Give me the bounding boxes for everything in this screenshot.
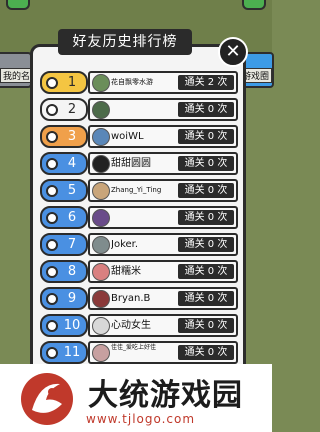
player-name: Bryan.B	[111, 293, 151, 304]
rank-number: 8	[67, 264, 77, 279]
rank-number: 11	[63, 345, 81, 360]
leaderboard-row: 7 Joker. 通关 0 次	[40, 230, 238, 257]
rank-dot-icon	[46, 131, 58, 143]
avatar	[92, 263, 110, 281]
player-name: 心动女生	[111, 320, 151, 331]
clear-count: 通关 0 次	[178, 156, 234, 171]
player-card[interactable]: 甜甜圆圆 通关 0 次	[88, 152, 238, 175]
rank-number: 3	[67, 129, 77, 144]
rank-dot-icon	[46, 185, 58, 197]
clear-count: 通关 0 次	[178, 345, 234, 360]
rank-number: 9	[67, 291, 77, 306]
rank-number: 5	[67, 183, 77, 198]
watermark-url: www.tjlogo.com	[86, 412, 196, 426]
avatar	[92, 344, 110, 362]
rank-dot-icon	[46, 212, 58, 224]
leaderboard-row: 5 Zhang_Yi_Ting 通关 0 次	[40, 176, 238, 203]
player-name	[111, 100, 173, 119]
player-card[interactable]: 佳佳_爱吃上好佳 通关 0 次	[88, 341, 238, 364]
player-card[interactable]: woiWL 通关 0 次	[88, 125, 238, 148]
avatar	[92, 236, 110, 254]
player-card[interactable]: 甜糯米 通关 0 次	[88, 260, 238, 283]
avatar	[92, 101, 110, 119]
avatar	[92, 74, 110, 92]
rank-number: 4	[67, 156, 77, 171]
clear-count: 通关 0 次	[178, 264, 234, 279]
rank-dot-icon	[46, 239, 58, 251]
clear-count: 通关 0 次	[178, 237, 234, 252]
player-card[interactable]: Zhang_Yi_Ting 通关 0 次	[88, 179, 238, 202]
leaderboard-row: 6 通关 0 次	[40, 203, 238, 230]
watermark: 大统游戏园 www.tjlogo.com	[0, 364, 272, 432]
avatar	[92, 290, 110, 308]
rank-badge: 10	[40, 314, 88, 337]
player-card[interactable]: Bryan.B 通关 0 次	[88, 287, 238, 310]
player-card[interactable]: 心动女生 通关 0 次	[88, 314, 238, 337]
player-name	[111, 208, 173, 227]
player-card[interactable]: Joker. 通关 0 次	[88, 233, 238, 256]
player-name: 佳佳_爱吃上好佳	[111, 344, 157, 351]
clear-count: 通关 0 次	[178, 183, 234, 198]
top-right-tab	[242, 0, 266, 10]
leaderboard-list: 1 花自飘零水游 通关 2 次 2 通关 0 次 3 woiWL 通关 0 次 4 甜甜圆圆 通关 …	[40, 68, 238, 365]
leaderboard-row: 4 甜甜圆圆 通关 0 次	[40, 149, 238, 176]
rank-badge: 5	[40, 179, 88, 202]
rank-dot-icon	[46, 293, 58, 305]
rank-dot-icon	[46, 347, 58, 359]
avatar	[92, 209, 110, 227]
clear-count: 通关 0 次	[178, 210, 234, 225]
rank-badge: 11	[40, 341, 88, 364]
avatar	[92, 155, 110, 173]
rank-badge: 7	[40, 233, 88, 256]
close-button[interactable]: ✕	[218, 37, 248, 67]
rank-badge: 2	[40, 98, 88, 121]
rank-number: 7	[67, 237, 77, 252]
player-card[interactable]: 通关 0 次	[88, 206, 238, 229]
clear-count: 通关 2 次	[178, 75, 234, 90]
leaderboard-row: 8 甜糯米 通关 0 次	[40, 257, 238, 284]
player-card[interactable]: 花自飘零水游 通关 2 次	[88, 71, 238, 94]
watermark-logo-icon	[21, 373, 73, 425]
rank-badge: 1	[40, 71, 88, 94]
clear-count: 通关 0 次	[178, 291, 234, 306]
avatar	[92, 317, 110, 335]
player-name: 甜甜圆圆	[111, 158, 151, 169]
rank-number: 10	[63, 318, 81, 333]
player-card[interactable]: 通关 0 次	[88, 98, 238, 121]
rank-dot-icon	[46, 158, 58, 170]
leaderboard-title: 好友历史排行榜	[58, 29, 192, 55]
leaderboard-row: 10 心动女生 通关 0 次	[40, 311, 238, 338]
rank-badge: 3	[40, 125, 88, 148]
player-name: woiWL	[111, 131, 144, 142]
rank-number: 2	[67, 102, 77, 117]
rank-dot-icon	[46, 320, 58, 332]
avatar	[92, 182, 110, 200]
rank-dot-icon	[46, 77, 58, 89]
avatar	[92, 128, 110, 146]
leaderboard-row: 9 Bryan.B 通关 0 次	[40, 284, 238, 311]
rank-badge: 8	[40, 260, 88, 283]
player-name: 花自飘零水游	[111, 78, 153, 86]
clear-count: 通关 0 次	[178, 318, 234, 333]
player-name: 甜糯米	[111, 266, 141, 277]
rank-number: 6	[67, 210, 77, 225]
rank-badge: 9	[40, 287, 88, 310]
rank-badge: 4	[40, 152, 88, 175]
leaderboard-row: 1 花自飘零水游 通关 2 次	[40, 68, 238, 95]
leaderboard-row: 2 通关 0 次	[40, 95, 238, 122]
clear-count: 通关 0 次	[178, 129, 234, 144]
leaderboard-row: 3 woiWL 通关 0 次	[40, 122, 238, 149]
leaderboard-row: 11 佳佳_爱吃上好佳 通关 0 次	[40, 338, 238, 365]
rank-number: 1	[67, 75, 77, 90]
rank-dot-icon	[46, 266, 58, 278]
player-name: Joker.	[111, 239, 139, 250]
clear-count: 通关 0 次	[178, 102, 234, 117]
rank-dot-icon	[46, 104, 58, 116]
rank-badge: 6	[40, 206, 88, 229]
player-name: Zhang_Yi_Ting	[111, 186, 162, 194]
top-left-tab	[6, 0, 30, 10]
watermark-text: 大统游戏园	[88, 378, 243, 413]
